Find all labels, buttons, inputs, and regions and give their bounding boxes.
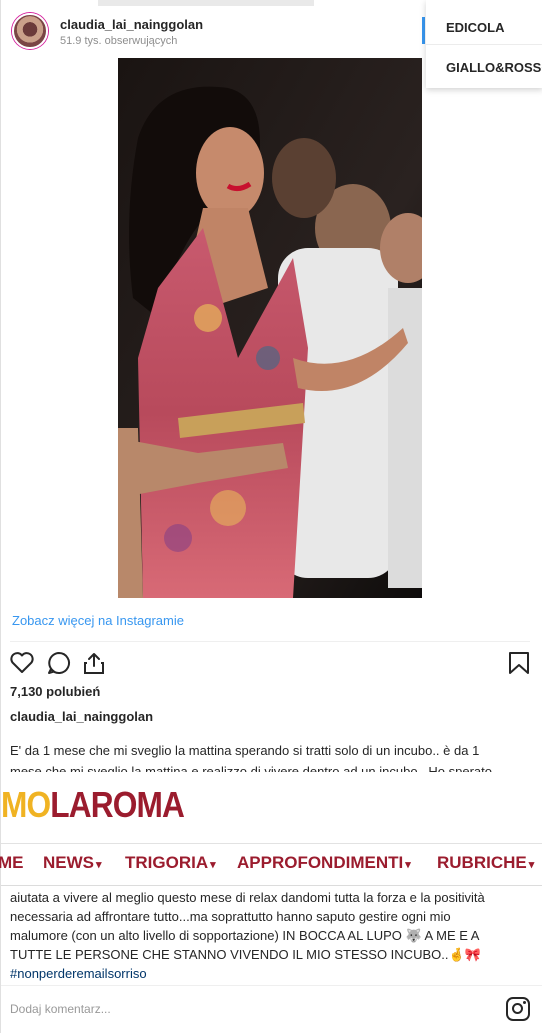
nav-item-rubriche[interactable]: RUBRICHE ▾ xyxy=(437,853,534,873)
caption-line: E' da 1 mese che mi sveglio la mattina s… xyxy=(10,743,480,758)
nav-item-home[interactable]: ME xyxy=(0,853,24,873)
site-dropdown-menu: EDICOLA GIALLO&ROSSO xyxy=(426,0,542,88)
logo-part-laroma: LAROMA xyxy=(50,784,185,825)
logo-part-mo: MO xyxy=(1,784,51,825)
bookmark-icon[interactable] xyxy=(506,650,532,676)
site-nav: ME NEWS ▾ TRIGORIA ▾ APPROFONDIMENTI ▾ RUBR… xyxy=(0,844,542,886)
share-icon[interactable] xyxy=(81,650,107,676)
nav-item-approfondimenti[interactable]: APPROFONDIMENTI ▾ xyxy=(237,853,411,873)
menu-divider xyxy=(426,44,542,45)
chevron-down-icon: ▾ xyxy=(528,859,535,871)
menu-item-edicola[interactable]: EDICOLA xyxy=(446,20,505,35)
instagram-embed: claudia_lai_nainggolan 51.9 tys. obserwu… xyxy=(0,0,542,1033)
see-more-on-instagram-link[interactable]: Zobacz więcej na Instagramie xyxy=(12,613,184,628)
follow-button-edge[interactable] xyxy=(422,17,425,44)
nav-item-news[interactable]: NEWS ▾ xyxy=(43,853,102,873)
nav-label: ME xyxy=(0,853,24,872)
chevron-down-icon: ▾ xyxy=(96,859,102,871)
followers-count: 51.9 tys. obserwujących xyxy=(60,35,178,47)
chevron-down-icon: ▾ xyxy=(210,859,216,871)
caption-line: malumore (con un alto livello di sopport… xyxy=(10,928,480,943)
divider xyxy=(1,985,542,986)
nav-item-trigoria[interactable]: TRIGORIA ▾ xyxy=(125,853,216,873)
chevron-down-icon: ▾ xyxy=(405,859,411,871)
caption-continued: aiutata a vivere al meglio questo mese d… xyxy=(10,888,530,983)
nav-label: APPROFONDIMENTI xyxy=(237,853,404,872)
instagram-lens xyxy=(512,1003,523,1014)
menu-item-giallo-rosso[interactable]: GIALLO&ROSSO xyxy=(446,60,542,75)
comment-icon[interactable] xyxy=(46,650,72,676)
post-username[interactable]: claudia_lai_nainggolan xyxy=(60,17,203,32)
instagram-icon[interactable] xyxy=(506,997,530,1021)
post-actions-bar xyxy=(1,648,542,678)
likes-count[interactable]: 7,130 polubień xyxy=(10,684,100,699)
nav-label: NEWS xyxy=(43,853,94,872)
caption-line: TUTTE LE PERSONE CHE STANNO VIVENDO IL M… xyxy=(10,947,481,962)
caption-line: necessaria ad affrontare tutto...ma sopr… xyxy=(10,909,451,924)
post-photo-image xyxy=(118,58,422,598)
site-header-bar: MOLAROMA xyxy=(1,772,542,844)
caption-line: aiutata a vivere al meglio questo mese d… xyxy=(10,890,485,905)
instagram-dot xyxy=(523,1001,526,1004)
hashtag-link[interactable]: #nonperderemailsorriso xyxy=(10,964,530,983)
nav-label: TRIGORIA xyxy=(125,853,209,872)
caption-username[interactable]: claudia_lai_nainggolan xyxy=(10,709,153,724)
heart-icon[interactable] xyxy=(9,650,35,676)
avatar[interactable] xyxy=(12,13,48,49)
post-photo[interactable] xyxy=(118,58,422,598)
nav-label: RUBRICHE xyxy=(437,853,527,872)
add-comment-field[interactable]: Dodaj komentarz... xyxy=(10,1002,111,1016)
site-logo[interactable]: MOLAROMA xyxy=(1,784,185,826)
divider xyxy=(10,641,530,642)
